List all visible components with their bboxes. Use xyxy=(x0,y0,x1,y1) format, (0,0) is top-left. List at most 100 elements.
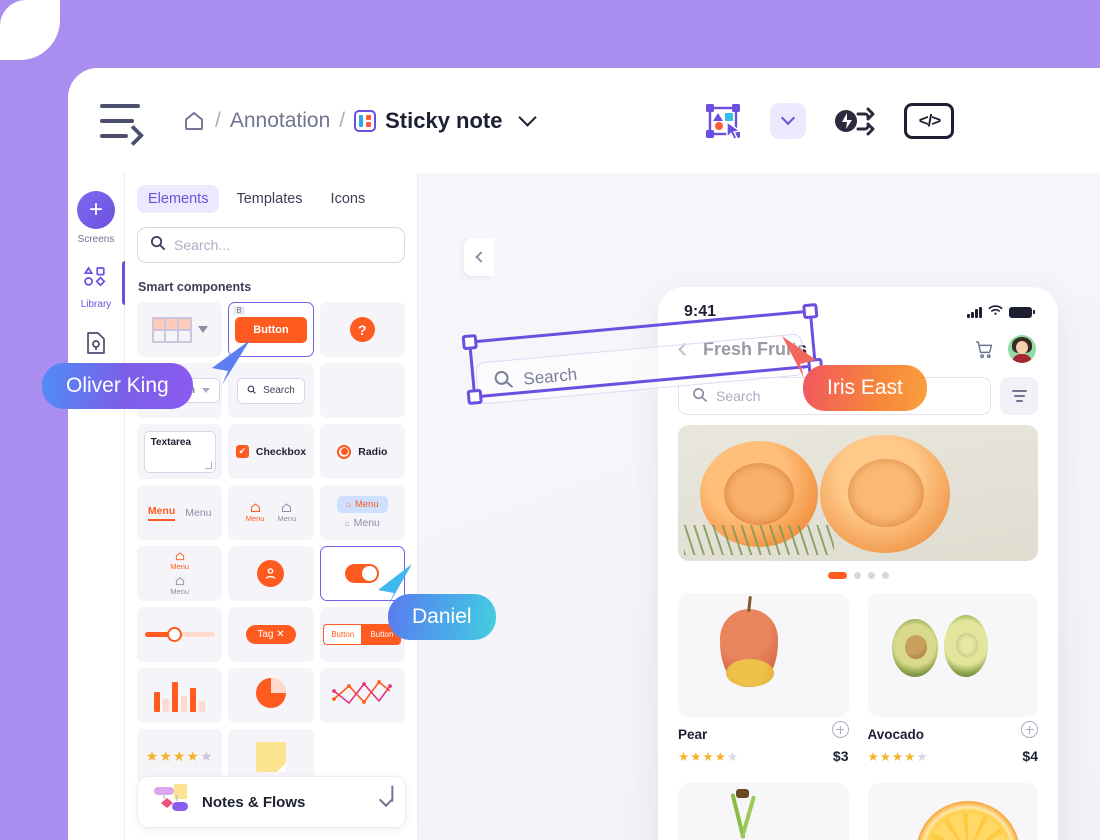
tag-component[interactable]: Tag ✕ xyxy=(228,607,313,662)
hamburger-menu-icon[interactable] xyxy=(100,104,142,138)
search-icon xyxy=(692,387,707,405)
menu-underline-component[interactable]: Menu Menu xyxy=(137,485,222,540)
shopping-cart-icon[interactable] xyxy=(975,341,994,358)
dropdown-component[interactable]: Dropdown xyxy=(137,363,222,418)
status-time: 9:41 xyxy=(684,303,716,321)
slider-component[interactable] xyxy=(137,607,222,662)
table-component[interactable] xyxy=(137,302,222,357)
breadcrumb-parent[interactable]: Annotation xyxy=(230,109,330,133)
phone-mockup[interactable]: 9:41 Fresh Fruits xyxy=(658,287,1058,840)
placeholder-component[interactable] xyxy=(320,363,405,418)
sidebar-item-library[interactable]: Library xyxy=(68,265,125,310)
line-chart-component[interactable] xyxy=(320,668,405,723)
tab-templates[interactable]: Templates xyxy=(225,185,313,213)
carousel-dots[interactable] xyxy=(658,572,1058,579)
phone-search-input[interactable]: Search xyxy=(678,377,991,415)
product-grid: Pear ★★★★★ $3 Avocado ★★★★★ xyxy=(678,593,1038,840)
left-rail: + Screens Library Saved xyxy=(68,173,125,840)
hero-image[interactable] xyxy=(678,425,1038,561)
panel-tabs: Elements Templates Icons xyxy=(125,173,417,213)
component-label: Menu xyxy=(355,499,379,510)
avatar-component[interactable] xyxy=(228,546,313,601)
notes-and-flows-label: Notes & Flows xyxy=(202,794,369,811)
product-card-avocado[interactable]: Avocado ★★★★★ $4 xyxy=(868,593,1039,764)
home-icon: Menu xyxy=(170,551,189,571)
search-component[interactable]: Search xyxy=(228,363,313,418)
tab-icons[interactable]: Icons xyxy=(320,185,377,213)
radio-icon xyxy=(337,445,351,459)
button-group-component[interactable]: Button Button xyxy=(320,607,405,662)
product-rating: ★★★★★ xyxy=(678,749,739,764)
component-label: Menu xyxy=(170,562,189,571)
sidebar-item-label: Screens xyxy=(78,234,115,245)
back-chevron-icon[interactable] xyxy=(678,343,691,356)
chevron-down-icon xyxy=(202,388,210,393)
search-input[interactable] xyxy=(174,237,392,253)
component-badge: B xyxy=(233,306,244,315)
product-card-pear[interactable]: Pear ★★★★★ $3 xyxy=(678,593,849,764)
product-image xyxy=(678,593,849,717)
filter-icon[interactable] xyxy=(1000,377,1038,415)
panel-search-box[interactable] xyxy=(137,227,405,263)
avatar[interactable] xyxy=(1008,335,1036,363)
design-canvas[interactable]: 9:41 Fresh Fruits xyxy=(418,173,1100,840)
carousel-dot[interactable] xyxy=(854,572,861,579)
product-card-partial-2[interactable] xyxy=(868,783,1039,840)
component-label: Tag ✕ xyxy=(246,625,295,644)
add-circle-icon[interactable] xyxy=(1021,721,1038,738)
sidebar-item-saved[interactable]: Saved xyxy=(68,330,125,377)
product-name: Pear xyxy=(678,727,707,742)
check-icon: ✔ xyxy=(236,445,249,458)
textarea-component[interactable]: Textarea xyxy=(137,424,222,479)
bar-chart-component[interactable] xyxy=(137,668,222,723)
toggle-component[interactable] xyxy=(320,546,405,601)
home-icon: Menu xyxy=(246,502,265,523)
add-circle-icon[interactable] xyxy=(832,721,849,738)
component-label-2: Menu xyxy=(185,507,211,519)
phone-header: Fresh Fruits xyxy=(658,325,1058,371)
menu-vertical-component[interactable]: Menu Menu xyxy=(137,546,222,601)
chevron-down-icon[interactable] xyxy=(519,108,537,126)
search-preview: Search xyxy=(237,378,305,404)
checkbox-component[interactable]: ✔ Checkbox xyxy=(228,424,313,479)
code-icon[interactable]: </> xyxy=(904,103,954,139)
component-label-2: Menu xyxy=(170,587,189,596)
line-chart-icon xyxy=(331,677,393,714)
product-name: Avocado xyxy=(868,727,925,742)
menu-icon-component[interactable]: Menu Menu xyxy=(228,485,313,540)
radio-component[interactable]: Radio xyxy=(320,424,405,479)
menu-pill-inactive: ⌂ Menu xyxy=(345,517,380,529)
library-panel: Elements Templates Icons Smart component… xyxy=(125,173,418,840)
sticky-note-icon xyxy=(354,110,376,132)
carousel-dot[interactable] xyxy=(868,572,875,579)
saved-file-icon xyxy=(84,330,108,361)
tool-dropdown-button[interactable] xyxy=(770,103,806,139)
component-label: Textarea xyxy=(144,431,216,473)
home-icon[interactable] xyxy=(182,109,206,133)
tab-elements[interactable]: Elements xyxy=(137,185,219,213)
component-label: Checkbox xyxy=(256,446,306,458)
breadcrumb-separator-1: / xyxy=(215,109,221,133)
status-indicators xyxy=(967,303,1032,321)
collapse-panel-button[interactable] xyxy=(464,238,494,276)
sidebar-item-screens[interactable]: + Screens xyxy=(68,191,125,245)
sidebar-item-label: Saved xyxy=(82,366,110,377)
notes-and-flows-button[interactable]: Notes & Flows xyxy=(137,776,406,828)
carousel-dot[interactable] xyxy=(882,572,889,579)
tooltip-component[interactable]: ? xyxy=(320,302,405,357)
lightning-flow-icon[interactable] xyxy=(832,100,878,142)
phone-search-row: Search xyxy=(658,371,1058,419)
button-component[interactable]: B Button xyxy=(228,302,313,357)
product-card-partial-1[interactable] xyxy=(678,783,849,840)
component-label: Search xyxy=(263,385,295,396)
product-image xyxy=(678,783,849,840)
component-label-2: Button xyxy=(362,624,401,645)
pie-chart-component[interactable] xyxy=(228,668,313,723)
search-icon xyxy=(247,385,256,397)
breadcrumb-separator-2: / xyxy=(339,109,345,133)
select-frame-icon[interactable] xyxy=(702,100,744,142)
arrow-down-icon[interactable] xyxy=(379,792,393,806)
menu-pill-component[interactable]: ⌂ Menu ⌂ Menu xyxy=(320,485,405,540)
carousel-dot-active[interactable] xyxy=(828,572,847,579)
product-name-row: Avocado xyxy=(868,717,1039,742)
